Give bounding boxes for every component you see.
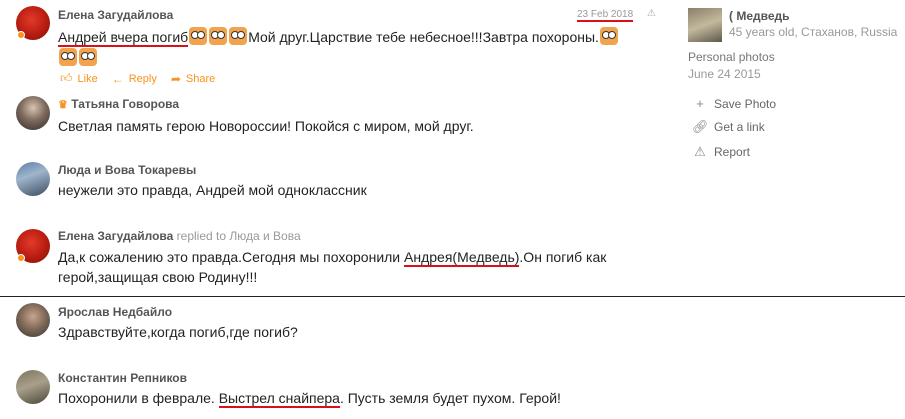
highlighted-text: Андрей вчера погиб: [58, 29, 189, 47]
crown-icon: ♛: [58, 99, 68, 111]
reply-button[interactable]: ← Reply: [112, 72, 157, 86]
replied-to-label[interactable]: replied to Люда и Вова: [177, 229, 301, 243]
comment-date: 23 Feb 2018: [577, 9, 634, 22]
link-icon: 🔗︎: [692, 119, 709, 134]
comment-emoji-line: [58, 48, 98, 68]
owner-avatar[interactable]: [688, 8, 722, 42]
comment-actions: 👍︎ Like ← Reply ➦ Share: [60, 71, 229, 86]
comment-text: неужели это правда, Андрей мой однокласс…: [58, 182, 367, 198]
highlighted-text: Андрея(Медведь): [404, 249, 520, 267]
comment-author[interactable]: Елена Загудайлова: [58, 8, 173, 22]
comment-author[interactable]: Константин Репников: [58, 371, 187, 385]
comment-text-rest: Мой друг.Царствие тебе небесное!!!Завтра…: [248, 29, 599, 45]
share-button[interactable]: ➦ Share: [171, 72, 215, 86]
report-warning-icon[interactable]: ⚠: [647, 8, 656, 19]
avatar[interactable]: [16, 303, 50, 337]
comment-author[interactable]: ♛ Татьяна Говорова: [58, 97, 179, 111]
thumbs-up-icon: 👍︎: [60, 71, 73, 85]
save-photo-link[interactable]: + Save Photo: [692, 96, 776, 111]
owner-name[interactable]: ( Медведь: [729, 9, 790, 23]
get-link-link[interactable]: 🔗︎ Get a link: [692, 119, 765, 135]
owner-meta: 45 years old, Стаханов, Russia: [729, 25, 898, 39]
avatar[interactable]: [16, 162, 50, 196]
highlighted-text: Выстрел снайпера: [218, 390, 340, 408]
comment-text: Светлая память герою Новороссии! Покойся…: [58, 118, 474, 134]
divider: [0, 296, 905, 297]
like-button[interactable]: 👍︎ Like: [60, 71, 98, 86]
comment-text-line2: герой,защищая свою Родину!!!: [58, 269, 258, 285]
avatar[interactable]: [16, 370, 50, 404]
smiley-icon: [79, 48, 97, 66]
comment-author[interactable]: Елена Загудайлова replied to Люда и Вова: [58, 229, 301, 243]
smiley-icon: [599, 27, 618, 45]
reply-arrow-icon: ←: [111, 71, 124, 86]
avatar[interactable]: [16, 96, 50, 130]
smiley-icon: [59, 48, 77, 66]
warning-icon: ⚠: [694, 144, 706, 159]
smiley-icon: [189, 27, 208, 45]
comment-text: Похоронили в феврале. Выстрел снайпера. …: [58, 390, 561, 408]
comment-text: Да,к сожалению это правда.Сегодня мы пох…: [58, 249, 607, 267]
comment-author[interactable]: Ярослав Недбайло: [58, 305, 172, 319]
plus-icon: +: [696, 96, 704, 111]
comment-text: Здравствуйте,когда погиб,где погиб?: [58, 324, 298, 340]
album-date: June 24 2015: [688, 67, 761, 81]
smiley-icon: [229, 27, 248, 45]
share-arrow-icon: ➦: [170, 71, 181, 86]
smiley-icon: [209, 27, 228, 45]
comment-text: Андрей вчера погиб Мой друг.Царствие тебе…: [58, 27, 619, 47]
online-indicator: [17, 254, 25, 262]
album-name[interactable]: Personal photos: [688, 50, 775, 64]
online-indicator: [17, 31, 25, 39]
comment-author[interactable]: Люда и Вова Токаревы: [58, 163, 196, 177]
report-link[interactable]: ⚠ Report: [692, 144, 750, 160]
